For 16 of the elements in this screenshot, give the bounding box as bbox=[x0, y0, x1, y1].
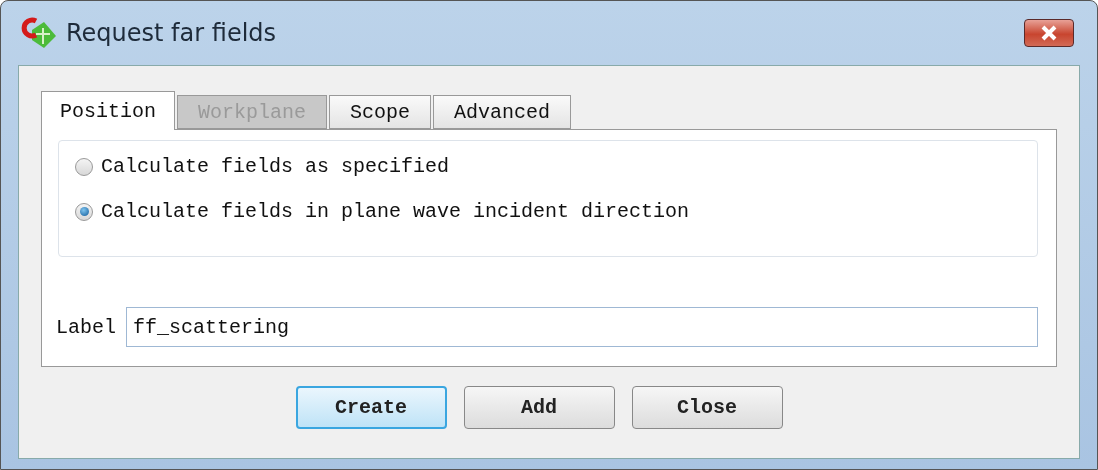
radio-button[interactable] bbox=[75, 157, 93, 176]
close-button[interactable] bbox=[1024, 19, 1074, 47]
tab[interactable]: Position bbox=[41, 91, 175, 130]
app-logo-icon bbox=[20, 16, 58, 50]
dialog-button[interactable]: Create bbox=[295, 386, 447, 429]
field-label: Label bbox=[56, 315, 116, 339]
close-icon bbox=[1040, 25, 1058, 41]
radio-label: Calculate fields in plane wave incident direction bbox=[101, 200, 690, 223]
tab[interactable]: Advanced bbox=[433, 95, 572, 129]
dialog-button[interactable]: Close bbox=[631, 386, 783, 429]
window-title: Request far fields bbox=[66, 19, 278, 47]
tab[interactable]: Scope bbox=[329, 95, 432, 129]
dialog-button[interactable]: Add bbox=[463, 386, 615, 429]
radio-button[interactable] bbox=[75, 202, 93, 221]
radio-label: Calculate fields as specified bbox=[101, 155, 450, 178]
label-input-field[interactable]: ff_scattering bbox=[126, 307, 1038, 347]
